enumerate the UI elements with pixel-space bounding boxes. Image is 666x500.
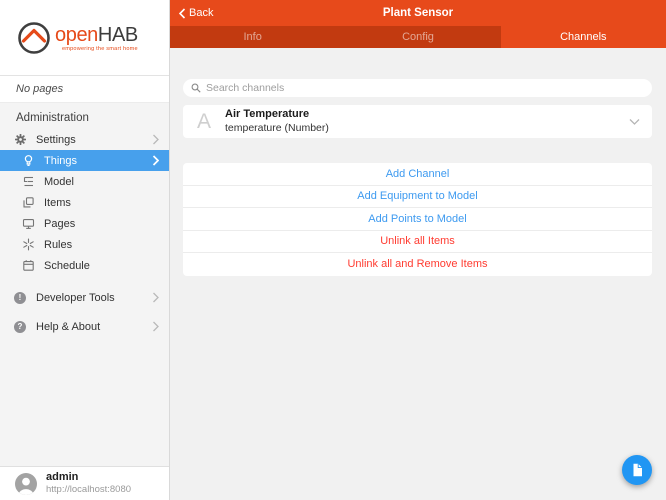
sidebar-item-label: Items: [44, 196, 71, 209]
document-icon: [631, 463, 643, 477]
tab-bar: Info Config Channels: [170, 26, 666, 48]
circle-exclamation-icon: !: [13, 291, 27, 304]
channel-title: Air Temperature: [225, 108, 310, 121]
chevron-right-icon: [152, 134, 159, 145]
add-channel-button[interactable]: Add Channel: [183, 163, 652, 186]
sidebar-item-label: Model: [44, 175, 74, 188]
channel-category-letter: A: [196, 109, 211, 133]
sidebar-item-pages[interactable]: Pages: [0, 213, 169, 234]
no-pages-label: No pages: [0, 76, 169, 103]
spark-icon: [21, 238, 35, 251]
search-input[interactable]: [206, 82, 652, 94]
search-icon: [191, 83, 201, 93]
sidebar-item-items[interactable]: Items: [0, 192, 169, 213]
model-tree-icon: [21, 175, 35, 188]
user-account[interactable]: admin http://localhost:8080: [0, 466, 169, 500]
openhab-logo: open HAB empowering the smart home: [0, 0, 169, 76]
chevron-right-icon: [152, 321, 159, 332]
chevron-left-icon: [179, 7, 186, 19]
sidebar-item-label: Settings: [36, 133, 76, 146]
brand-text: open HAB empowering the smart home: [55, 24, 138, 52]
user-url: http://localhost:8080: [46, 484, 132, 496]
avatar: [15, 472, 37, 495]
user-name: admin: [46, 471, 79, 484]
sidebar: open HAB empowering the smart home No pa…: [0, 0, 170, 500]
channel-actions-list: Add Channel Add Equipment to Model Add P…: [183, 163, 652, 276]
add-points-to-model-button[interactable]: Add Points to Model: [183, 208, 652, 231]
tab-config[interactable]: Config: [335, 26, 500, 48]
main-panel: Back Plant Sensor Info Config Channels A…: [170, 0, 666, 500]
sidebar-item-label: Pages: [44, 217, 76, 230]
chevron-right-icon: [152, 155, 159, 166]
circle-question-icon: ?: [13, 320, 27, 333]
chevron-right-icon: [152, 292, 159, 303]
back-label: Back: [189, 7, 214, 19]
tab-channels[interactable]: Channels: [500, 26, 666, 48]
code-view-fab[interactable]: [622, 455, 652, 485]
lightbulb-icon: [21, 154, 35, 167]
brand-open: open: [55, 23, 98, 46]
back-button[interactable]: Back: [179, 7, 213, 19]
sidebar-item-help-about[interactable]: ? Help & About: [0, 316, 169, 337]
openhab-house-icon: [16, 20, 52, 56]
sidebar-item-things[interactable]: Things: [0, 150, 169, 171]
calendar-icon: [21, 259, 35, 272]
sidebar-item-label: Schedule: [44, 259, 90, 272]
search-bar: [183, 79, 652, 97]
unlink-all-and-remove-items-button[interactable]: Unlink all and Remove Items: [183, 253, 652, 276]
add-equipment-to-model-button[interactable]: Add Equipment to Model: [183, 186, 652, 208]
sidebar-nav: Settings Things Model Items Pages Rules …: [0, 129, 169, 337]
channel-subtitle: temperature (Number): [225, 121, 329, 134]
sidebar-item-schedule[interactable]: Schedule: [0, 255, 169, 276]
brand-tagline: empowering the smart home: [61, 45, 138, 52]
sidebar-item-settings[interactable]: Settings: [0, 129, 169, 150]
top-navbar: Back Plant Sensor: [170, 0, 666, 26]
unlink-all-items-button[interactable]: Unlink all Items: [183, 231, 652, 253]
sidebar-item-developer-tools[interactable]: ! Developer Tools: [0, 287, 169, 308]
page-title: Plant Sensor: [382, 7, 454, 19]
chevron-down-icon[interactable]: [629, 118, 640, 126]
administration-section-label: Administration: [16, 112, 89, 124]
channels-content: A Air Temperature temperature (Number) A…: [170, 48, 666, 500]
sidebar-item-label: Developer Tools: [36, 291, 115, 304]
sidebar-item-label: Help & About: [36, 320, 101, 333]
sidebar-item-label: Things: [44, 154, 78, 167]
monitor-icon: [21, 217, 35, 230]
gear-icon: [13, 133, 27, 146]
channel-group-air-temperature[interactable]: A Air Temperature temperature (Number): [183, 105, 652, 138]
sidebar-item-model[interactable]: Model: [0, 171, 169, 192]
sidebar-item-rules[interactable]: Rules: [0, 234, 169, 255]
brand-hab: HAB: [97, 23, 138, 46]
tab-info[interactable]: Info: [170, 26, 335, 48]
sidebar-item-label: Rules: [44, 238, 73, 251]
copy-icon: [21, 196, 35, 209]
